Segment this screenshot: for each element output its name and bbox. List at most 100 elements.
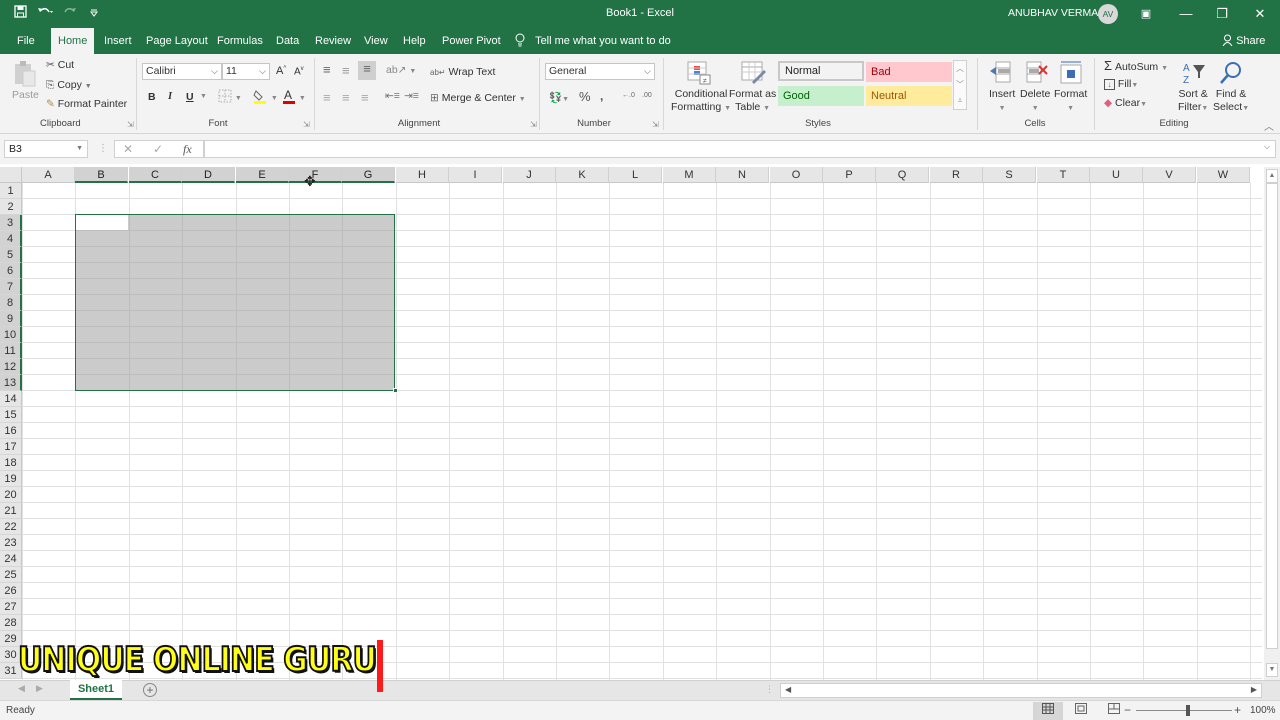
fill-color-button[interactable]: ▼: [252, 88, 278, 107]
save-icon[interactable]: [14, 5, 27, 21]
cut-button[interactable]: ✂ Cut: [46, 59, 74, 71]
paste-button[interactable]: Paste: [12, 89, 39, 101]
sort-filter-button[interactable]: Sort & Filter▼: [1178, 88, 1208, 115]
align-center-icon[interactable]: ≡: [342, 90, 350, 105]
increase-decimal-button[interactable]: ←.0: [622, 92, 635, 99]
tab-review[interactable]: Review: [308, 28, 358, 54]
row-header-3[interactable]: 3: [0, 215, 22, 231]
column-header-u[interactable]: U: [1090, 167, 1143, 183]
format-cells-icon[interactable]: [1058, 60, 1084, 86]
tab-help[interactable]: Help: [396, 28, 433, 54]
sheet-tab-sheet1[interactable]: Sheet1: [70, 680, 122, 700]
row-header-20[interactable]: 20: [0, 487, 22, 503]
grow-font-button[interactable]: A^: [276, 65, 286, 77]
comma-style-button[interactable]: ,: [600, 89, 603, 103]
copy-button[interactable]: ⎘ Copy ▼: [46, 79, 92, 92]
fill-button[interactable]: ↓ Fill▼: [1104, 78, 1138, 90]
row-header-6[interactable]: 6: [0, 263, 22, 279]
tab-page-layout[interactable]: Page Layout: [139, 28, 215, 54]
redo-icon[interactable]: [63, 6, 79, 21]
tab-data[interactable]: Data: [269, 28, 306, 54]
minimize-button[interactable]: —: [1176, 4, 1196, 24]
align-right-icon[interactable]: ≡: [361, 90, 369, 105]
scroll-right-icon[interactable]: ▶: [1251, 685, 1257, 694]
selected-range[interactable]: [75, 214, 395, 391]
tab-formulas[interactable]: Formulas: [210, 28, 270, 54]
formula-input[interactable]: [204, 140, 1276, 158]
close-button[interactable]: ✕: [1250, 4, 1270, 24]
tab-home[interactable]: Home: [51, 28, 95, 54]
alignment-launcher-icon[interactable]: ⇲: [530, 120, 537, 129]
column-header-t[interactable]: T: [1037, 167, 1090, 183]
scroll-down-icon[interactable]: ▼: [1266, 663, 1278, 677]
styles-gallery-scroll[interactable]: ︿ ﹀ ⩡: [953, 60, 967, 110]
column-header-h[interactable]: H: [396, 167, 449, 183]
row-header-26[interactable]: 26: [0, 583, 22, 599]
tell-me-search[interactable]: Tell me what you want to do: [514, 28, 671, 54]
paste-icon[interactable]: [12, 60, 38, 87]
column-header-e[interactable]: E: [236, 167, 289, 183]
column-header-s[interactable]: S: [983, 167, 1036, 183]
wrap-text-button[interactable]: ab↵ Wrap Text: [430, 66, 495, 78]
insert-button[interactable]: Insert ▼: [989, 88, 1015, 115]
page-layout-view-button[interactable]: [1066, 702, 1096, 720]
row-header-13[interactable]: 13: [0, 375, 22, 391]
bold-button[interactable]: B: [148, 91, 156, 103]
normal-view-button[interactable]: [1033, 702, 1063, 720]
row-header-1[interactable]: 1: [0, 183, 22, 199]
percent-style-button[interactable]: %: [579, 89, 591, 104]
cell-style-good[interactable]: Good: [778, 86, 864, 106]
sort-filter-icon[interactable]: AZ: [1182, 60, 1208, 86]
format-as-table-icon[interactable]: [740, 60, 766, 86]
accounting-format-button[interactable]: 💱▼: [549, 91, 569, 104]
chevron-down-icon[interactable]: ▼: [76, 141, 83, 157]
format-button[interactable]: Format ▼: [1054, 88, 1087, 115]
number-launcher-icon[interactable]: ⇲: [652, 120, 659, 129]
middle-align-icon[interactable]: ≡: [342, 63, 350, 78]
row-header-21[interactable]: 21: [0, 503, 22, 519]
ribbon-display-options-icon[interactable]: ▣: [1136, 4, 1156, 24]
find-select-button[interactable]: Find & Select▼: [1213, 88, 1249, 115]
select-all-button[interactable]: [0, 167, 22, 183]
share-button[interactable]: Share: [1222, 28, 1265, 54]
tab-file[interactable]: File: [10, 28, 42, 54]
column-header-b[interactable]: B: [75, 167, 128, 183]
font-name-dropdown[interactable]: Calibri ⌵: [142, 63, 222, 80]
cancel-icon[interactable]: ✕: [123, 142, 133, 156]
tab-insert[interactable]: Insert: [97, 28, 139, 54]
row-header-11[interactable]: 11: [0, 343, 22, 359]
undo-icon[interactable]: [37, 6, 53, 21]
merge-center-button[interactable]: ⊞ Merge & Center ▼: [430, 92, 526, 104]
prev-sheet-icon[interactable]: ◀: [18, 683, 25, 694]
row-header-14[interactable]: 14: [0, 391, 22, 407]
next-sheet-icon[interactable]: ▶: [36, 683, 43, 694]
orientation-icon[interactable]: ab↗ ▼: [386, 64, 416, 76]
row-header-10[interactable]: 10: [0, 327, 22, 343]
delete-button[interactable]: Delete ▼: [1020, 88, 1050, 115]
zoom-out-button[interactable]: −: [1124, 703, 1131, 717]
column-header-o[interactable]: O: [770, 167, 823, 183]
row-header-15[interactable]: 15: [0, 407, 22, 423]
more-styles-icon[interactable]: ⩡: [954, 93, 966, 109]
row-header-28[interactable]: 28: [0, 615, 22, 631]
top-align-icon[interactable]: ≡: [323, 62, 331, 77]
tab-power-pivot[interactable]: Power Pivot: [435, 28, 508, 54]
fill-handle[interactable]: [393, 388, 398, 393]
row-header-18[interactable]: 18: [0, 455, 22, 471]
cell-style-neutral[interactable]: Neutral: [866, 86, 952, 106]
clear-button[interactable]: ◆ Clear▼: [1104, 97, 1147, 109]
font-color-button[interactable]: A ▼: [282, 88, 306, 107]
vertical-scroll-thumb[interactable]: [1266, 183, 1278, 649]
row-header-17[interactable]: 17: [0, 439, 22, 455]
underline-button[interactable]: U: [186, 91, 194, 103]
conditional-formatting-icon[interactable]: ≠: [686, 60, 712, 86]
column-header-i[interactable]: I: [449, 167, 502, 183]
row-header-19[interactable]: 19: [0, 471, 22, 487]
column-header-n[interactable]: N: [716, 167, 769, 183]
row-header-8[interactable]: 8: [0, 295, 22, 311]
name-box[interactable]: B3 ▼: [4, 140, 88, 158]
tab-view[interactable]: View: [357, 28, 395, 54]
decrease-decimal-button[interactable]: .00: [642, 92, 652, 99]
scroll-up-icon[interactable]: ▲: [1266, 169, 1278, 183]
formula-bar-splitter[interactable]: ⋮: [98, 143, 108, 154]
